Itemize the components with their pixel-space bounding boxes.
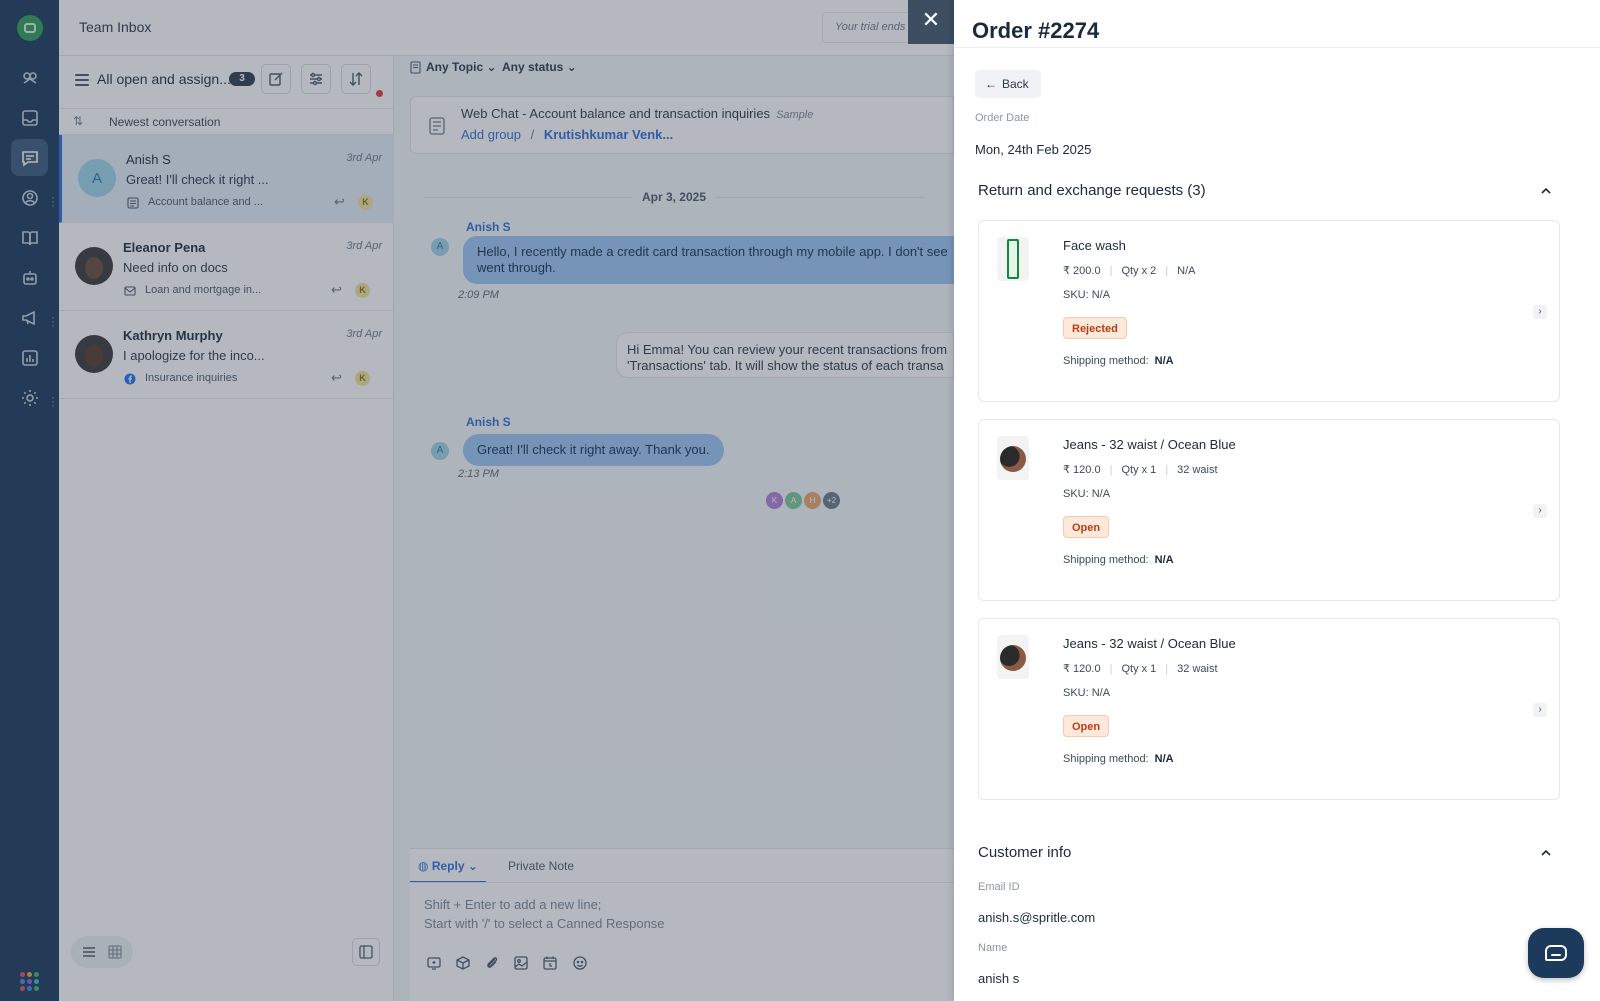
drawer-header: Order #2274: [954, 0, 1600, 48]
order-date-value: Mon, 24th Feb 2025: [975, 142, 1092, 157]
email-label: Email ID: [978, 881, 1020, 893]
back-button-label: Back: [1002, 77, 1029, 91]
order-title: Order #2274: [972, 18, 1100, 43]
name-value: anish s: [978, 971, 1020, 986]
arrow-left-icon: ←: [985, 77, 997, 91]
shipping-method: Shipping method: N/A: [1063, 554, 1174, 566]
item-meta: ₹ 120.0 | Qty x 1 | 32 waist: [1063, 464, 1218, 476]
jeans-thumbnail: [997, 635, 1029, 679]
order-details-drawer: Order #2274 ← Back Order Date Mon, 24th F…: [954, 0, 1600, 1001]
item-qty: Qty x 1: [1121, 464, 1157, 476]
jeans-thumbnail: [997, 436, 1029, 480]
item-name: Jeans - 32 waist / Ocean Blue: [1063, 636, 1236, 651]
item-name: Jeans - 32 waist / Ocean Blue: [1063, 437, 1236, 452]
item-qty: Qty x 2: [1121, 265, 1157, 277]
item-name: Face wash: [1063, 238, 1126, 253]
support-chat-button[interactable]: [1528, 928, 1584, 978]
item-variant: N/A: [1177, 265, 1196, 277]
item-meta: ₹ 200.0 | Qty x 2 | N/A: [1063, 265, 1196, 277]
status-badge: Open: [1063, 715, 1110, 737]
status-badge: Rejected: [1063, 317, 1127, 339]
shipping-label: Shipping method:: [1063, 554, 1149, 566]
shipping-method: Shipping method: N/A: [1063, 753, 1174, 765]
close-icon: ✕: [921, 7, 941, 32]
item-price: ₹ 120.0: [1063, 663, 1101, 675]
return-item-card[interactable]: Jeans - 32 waist / Ocean Blue ₹ 120.0 | Qt…: [978, 419, 1560, 601]
item-price: ₹ 120.0: [1063, 464, 1101, 476]
shipping-method: Shipping method: N/A: [1063, 355, 1174, 367]
customer-info-title[interactable]: Customer info: [978, 844, 1071, 861]
item-sku: SKU: N/A: [1063, 488, 1111, 500]
item-variant: 32 waist: [1177, 663, 1218, 675]
shipping-value: N/A: [1154, 355, 1174, 367]
shipping-value: N/A: [1154, 554, 1174, 566]
email-value: anish.s@spritle.com: [978, 910, 1096, 925]
item-qty: Qty x 1: [1121, 663, 1157, 675]
shipping-label: Shipping method:: [1063, 355, 1149, 367]
chevron-up-icon[interactable]: [1540, 847, 1552, 859]
face-wash-thumbnail: [997, 237, 1029, 281]
chat-bubble-icon: [1545, 945, 1567, 961]
return-item-card[interactable]: Jeans - 32 waist / Ocean Blue ₹ 120.0 | Qt…: [978, 618, 1560, 800]
item-meta: ₹ 120.0 | Qty x 1 | 32 waist: [1063, 663, 1218, 675]
item-price: ₹ 200.0: [1063, 265, 1101, 277]
order-date-label: Order Date: [975, 112, 1030, 124]
item-variant: 32 waist: [1177, 464, 1218, 476]
item-sku: SKU: N/A: [1063, 687, 1111, 699]
item-sku: SKU: N/A: [1063, 289, 1111, 301]
shipping-label: Shipping method:: [1063, 753, 1149, 765]
chevron-right-icon[interactable]: ›: [1533, 504, 1547, 518]
returns-section-title[interactable]: Return and exchange requests (3): [978, 182, 1206, 199]
close-drawer-button[interactable]: ✕: [908, 0, 954, 44]
modal-backdrop[interactable]: [0, 0, 954, 1001]
name-label: Name: [978, 942, 1008, 954]
shipping-value: N/A: [1154, 753, 1174, 765]
chevron-up-icon[interactable]: [1540, 185, 1552, 197]
return-item-card[interactable]: Face wash ₹ 200.0 | Qty x 2 | N/A SKU: N/A R…: [978, 220, 1560, 402]
back-button[interactable]: ← Back: [975, 70, 1041, 98]
chevron-right-icon[interactable]: ›: [1533, 305, 1547, 319]
status-badge: Open: [1063, 516, 1110, 538]
chevron-right-icon[interactable]: ›: [1533, 703, 1547, 717]
